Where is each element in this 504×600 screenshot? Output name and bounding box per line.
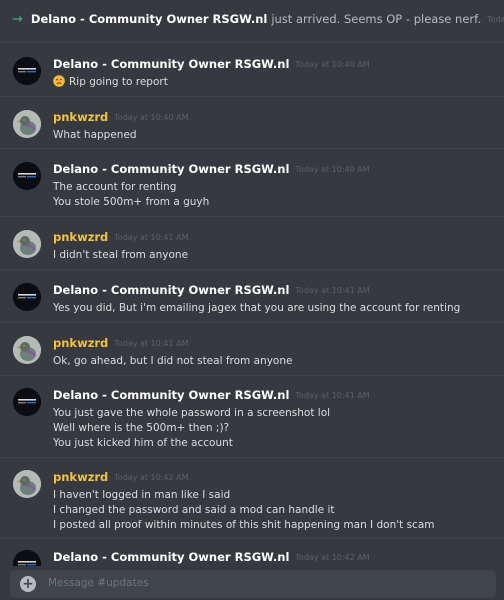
divider	[0, 269, 504, 270]
message-header: pnkwzrd Today at 10:41 AM	[53, 335, 189, 351]
message-content: Yes you did, But i'm emailing jagex that…	[53, 301, 494, 316]
pigeon-avatar-icon	[13, 470, 41, 498]
divider	[0, 148, 504, 149]
pigeon-avatar-icon	[13, 336, 41, 364]
avatar-logo-icon	[13, 388, 41, 416]
avatar[interactable]	[13, 230, 41, 258]
message-content: You just gave the whole password in a sc…	[53, 406, 494, 451]
message-header: Delano - Community Owner RSGW.nl Today a…	[53, 161, 370, 177]
timestamp: Today at 10:42 AM	[295, 552, 370, 562]
divider	[0, 375, 504, 376]
timestamp: Today at 10:41 AM	[114, 338, 189, 348]
avatar[interactable]	[13, 110, 41, 138]
author-name[interactable]: Delano - Community Owner RSGW.nl	[53, 283, 289, 297]
message-line: What happened	[53, 129, 137, 141]
message-header: pnkwzrd Today at 10:40 AM	[53, 109, 189, 125]
author-name[interactable]: Delano - Community Owner RSGW.nl	[53, 388, 289, 402]
message-header: pnkwzrd Today at 10:41 AM	[53, 229, 189, 245]
join-text: just arrived. Seems OP - please nerf.	[271, 12, 482, 26]
timestamp: Today at 10:41 AM	[114, 232, 189, 242]
avatar-logo-icon	[13, 550, 41, 566]
message-line: You just kicked him of the account	[53, 437, 233, 449]
message-line: Yes you did, But i'm emailing jagex that…	[53, 302, 461, 314]
message-line: I didn't steal from anyone	[53, 249, 189, 261]
avatar[interactable]	[13, 550, 41, 566]
avatar[interactable]	[13, 283, 41, 311]
avatar-logo-icon	[13, 162, 41, 190]
avatar[interactable]	[13, 388, 41, 416]
join-system-message: → Delano - Community Owner RSGW.nl just …	[12, 9, 504, 29]
message-content: Rip going to report	[53, 75, 494, 90]
message-content: The account for renting You stole 500m+ …	[53, 180, 494, 210]
message-content: Ok, go ahead, but I did not steal from a…	[53, 354, 494, 369]
divider	[0, 96, 504, 97]
message-text: Rip going to report	[69, 76, 168, 88]
divider	[0, 538, 504, 539]
timestamp: Today at 10:40 AM	[487, 14, 504, 24]
message-line: I haven't logged in man like I said	[53, 489, 231, 501]
plus-icon[interactable]: +	[20, 576, 36, 592]
message-line: The account for renting	[53, 181, 177, 193]
message-line: I posted all proof within minutes of thi…	[53, 519, 435, 531]
message-header: Delano - Community Owner RSGW.nl Today a…	[53, 387, 370, 403]
avatar[interactable]	[13, 470, 41, 498]
message-content: I haven't logged in man like I said I ch…	[53, 488, 494, 533]
avatar[interactable]	[13, 162, 41, 190]
pigeon-avatar-icon	[13, 230, 41, 258]
timestamp: Today at 10:40 AM	[114, 112, 189, 122]
message-content: What happened	[53, 128, 494, 143]
pigeon-avatar-icon	[13, 110, 41, 138]
timestamp: Today at 10:42 AM	[114, 472, 189, 482]
avatar-logo-icon	[13, 57, 41, 85]
message-line: Well where is the 500m+ then ;)?	[53, 422, 230, 434]
message-content: I didn't steal from anyone	[53, 248, 494, 263]
timestamp: Today at 10:40 AM	[295, 164, 370, 174]
message-header: Delano - Community Owner RSGW.nl Today a…	[53, 282, 370, 298]
join-username[interactable]: Delano - Community Owner RSGW.nl	[31, 12, 267, 26]
avatar-logo-icon	[13, 283, 41, 311]
author-name[interactable]: pnkwzrd	[53, 336, 108, 350]
divider	[0, 457, 504, 458]
message-line: I changed the password and said a mod ca…	[53, 504, 335, 516]
author-name[interactable]: Delano - Community Owner RSGW.nl	[53, 162, 289, 176]
author-name[interactable]: pnkwzrd	[53, 110, 108, 124]
timestamp: Today at 10:40 AM	[295, 59, 370, 69]
message-input[interactable]: Message #updates	[48, 577, 149, 589]
author-name[interactable]: pnkwzrd	[53, 470, 108, 484]
message-header: Delano - Community Owner RSGW.nl Today a…	[53, 549, 370, 565]
author-name[interactable]: pnkwzrd	[53, 230, 108, 244]
message-line: You just gave the whole password in a sc…	[53, 407, 331, 419]
timestamp: Today at 10:41 AM	[295, 285, 370, 295]
frowning-face-icon	[53, 75, 65, 92]
message-line: Ok, go ahead, but I did not steal from a…	[53, 355, 293, 367]
divider	[0, 216, 504, 217]
message-header: pnkwzrd Today at 10:42 AM	[53, 469, 189, 485]
message-header: Delano - Community Owner RSGW.nl Today a…	[53, 56, 370, 72]
avatar[interactable]	[13, 57, 41, 85]
message-line: You stole 500m+ from a guyh	[53, 196, 210, 208]
timestamp: Today at 10:41 AM	[295, 390, 370, 400]
author-name[interactable]: Delano - Community Owner RSGW.nl	[53, 550, 289, 564]
divider	[0, 322, 504, 323]
message-list: → Delano - Community Owner RSGW.nl just …	[0, 0, 504, 566]
message-composer[interactable]: + Message #updates	[10, 570, 496, 598]
message-line: Rip going to report	[53, 75, 494, 90]
author-name[interactable]: Delano - Community Owner RSGW.nl	[53, 57, 289, 71]
avatar[interactable]	[13, 336, 41, 364]
join-arrow-icon: →	[12, 11, 23, 27]
divider	[0, 42, 504, 43]
